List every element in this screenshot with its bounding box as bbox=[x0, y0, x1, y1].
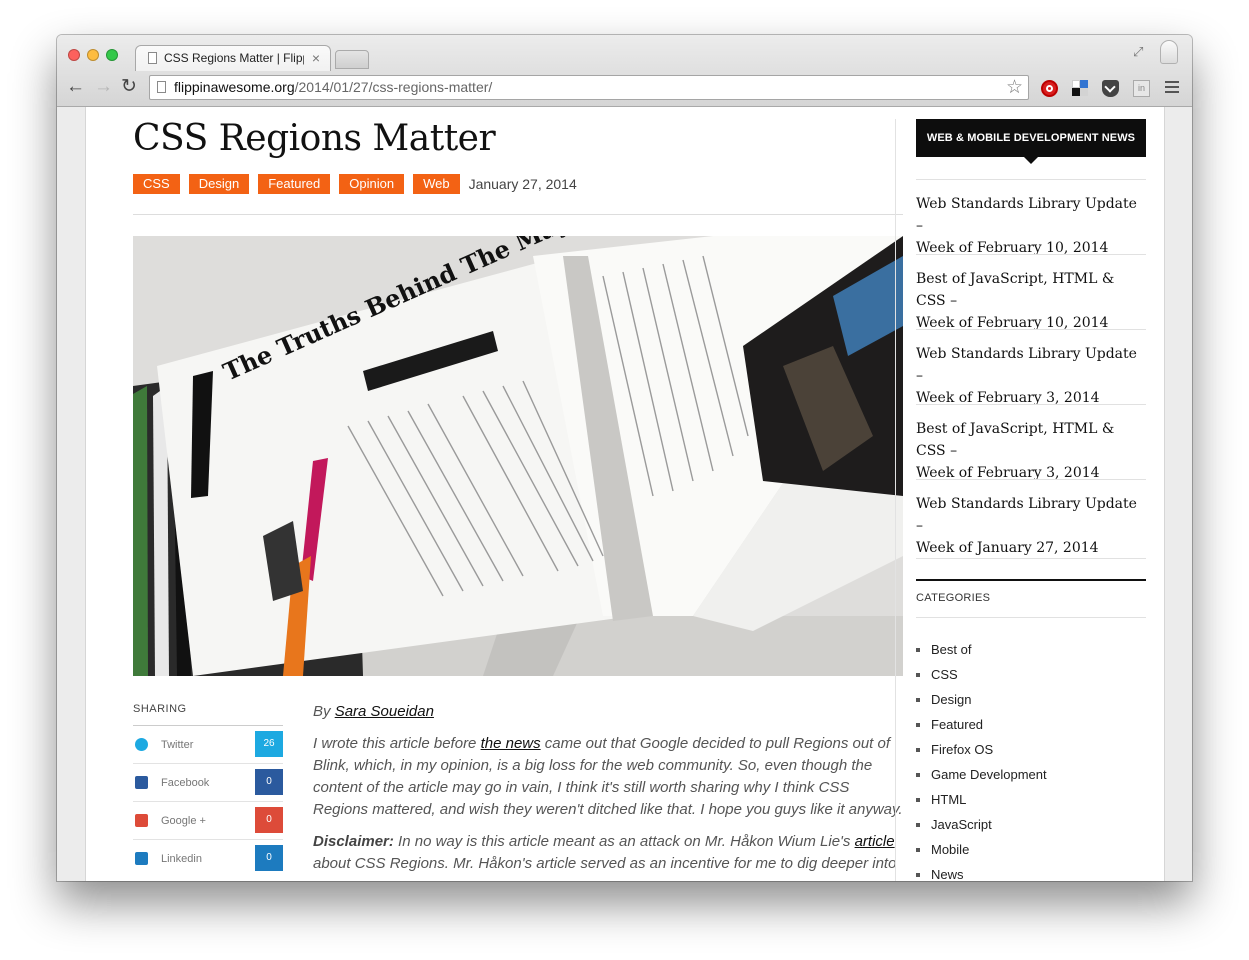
title-divider bbox=[133, 214, 903, 215]
category-item[interactable]: HTML bbox=[916, 787, 1047, 812]
tag-design[interactable]: Design bbox=[188, 174, 250, 194]
tab-title: CSS Regions Matter | Flippin bbox=[164, 51, 304, 65]
minimize-window-button[interactable] bbox=[87, 49, 99, 61]
post-date: January 27, 2014 bbox=[468, 176, 577, 192]
google-plus-icon bbox=[135, 814, 148, 827]
intro-paragraph: I wrote this article before the news cam… bbox=[313, 733, 908, 821]
magazine-photo: The Truths Behind The Mayhem bbox=[133, 236, 903, 676]
close-tab-icon[interactable]: × bbox=[312, 50, 320, 66]
share-count: 26 bbox=[255, 731, 283, 757]
news-item[interactable]: Best of JavaScript, HTML & CSS – Week of… bbox=[916, 404, 1146, 481]
news-title-line: Best of JavaScript, HTML & CSS – bbox=[916, 421, 1115, 459]
article-body: By Sara Soueidan I wrote this article be… bbox=[313, 701, 908, 881]
disclaimer-text: In no way is this article meant as an at… bbox=[398, 833, 851, 850]
share-count: 0 bbox=[255, 769, 283, 795]
category-item[interactable]: Best of bbox=[916, 637, 1047, 662]
news-title-line: Best of JavaScript, HTML & CSS – bbox=[916, 271, 1115, 309]
news-item[interactable]: Web Standards Library Update – Week of F… bbox=[916, 179, 1146, 256]
news-title-line: Web Standards Library Update – bbox=[916, 496, 1137, 534]
category-item[interactable]: Firefox OS bbox=[916, 737, 1047, 762]
categories-heading: CATEGORIES bbox=[916, 579, 1146, 618]
browser-window: CSS Regions Matter | Flippin × ⤢ ← → ↻ f… bbox=[57, 35, 1192, 881]
article-tags: CSS Design Featured Opinion Web January … bbox=[133, 174, 577, 194]
news-title-line: Web Standards Library Update – bbox=[916, 196, 1137, 234]
zoom-window-button[interactable] bbox=[106, 49, 118, 61]
delicious-extension-icon[interactable] bbox=[1072, 80, 1089, 97]
category-item[interactable]: Featured bbox=[916, 712, 1047, 737]
linkedin-icon bbox=[135, 852, 148, 865]
facebook-icon bbox=[135, 776, 148, 789]
share-twitter[interactable]: Twitter 26 bbox=[133, 725, 283, 764]
intro-text: I wrote this article before bbox=[313, 735, 477, 752]
fullscreen-icon[interactable]: ⤢ bbox=[1133, 44, 1143, 60]
browser-menu-icon[interactable] bbox=[1165, 81, 1179, 96]
tag-css[interactable]: CSS bbox=[133, 174, 180, 194]
category-item[interactable]: News bbox=[916, 862, 1047, 881]
forward-arrow-icon[interactable]: → bbox=[94, 75, 113, 99]
share-count: 0 bbox=[255, 807, 283, 833]
page-icon bbox=[157, 81, 166, 93]
article-link[interactable]: article bbox=[855, 833, 895, 850]
news-item[interactable]: Best of JavaScript, HTML & CSS – Week of… bbox=[916, 254, 1146, 331]
share-linkedin[interactable]: Linkedin 0 bbox=[133, 839, 283, 878]
category-item[interactable]: CSS bbox=[916, 662, 1047, 687]
category-item[interactable]: Design bbox=[916, 687, 1047, 712]
news-title-line: Week of January 27, 2014 bbox=[916, 540, 1099, 556]
share-label: Google + bbox=[161, 815, 206, 827]
news-item[interactable]: Web Standards Library Update – Week of F… bbox=[916, 329, 1146, 406]
linkedin-extension-icon[interactable]: in bbox=[1133, 80, 1150, 97]
share-count: 0 bbox=[255, 845, 283, 871]
tag-opinion[interactable]: Opinion bbox=[339, 174, 405, 194]
url-text[interactable]: flippinawesome.org/2014/01/27/css-region… bbox=[174, 79, 492, 95]
reload-icon[interactable]: ↻ bbox=[121, 75, 137, 99]
disclaimer-text: about CSS Regions. Mr. Håkon's article s… bbox=[313, 855, 897, 872]
address-bar[interactable]: flippinawesome.org/2014/01/27/css-region… bbox=[149, 75, 1029, 100]
share-google-plus[interactable]: Google + 0 bbox=[133, 801, 283, 840]
page-viewport[interactable]: CSS Regions Matter CSS Design Featured O… bbox=[57, 107, 1192, 881]
author-link[interactable]: Sara Soueidan bbox=[335, 703, 434, 720]
share-label: Twitter bbox=[161, 739, 194, 751]
browser-chrome: CSS Regions Matter | Flippin × ⤢ ← → ↻ f… bbox=[57, 35, 1192, 107]
categories-list: Best of CSS Design Featured Firefox OS G… bbox=[916, 637, 1047, 881]
news-divider bbox=[916, 558, 1146, 559]
profile-avatar-icon[interactable] bbox=[1160, 40, 1178, 64]
tag-featured[interactable]: Featured bbox=[258, 174, 331, 194]
byline-prefix: By bbox=[313, 703, 331, 720]
category-item[interactable]: JavaScript bbox=[916, 812, 1047, 837]
sharing-heading: SHARING bbox=[133, 703, 187, 715]
share-label: Linkedin bbox=[161, 853, 202, 865]
url-host: flippinawesome.org bbox=[174, 79, 295, 95]
url-path: /2014/01/27/css-regions-matter/ bbox=[294, 79, 493, 95]
news-title-line: Web Standards Library Update – bbox=[916, 346, 1137, 384]
hero-image: The Truths Behind The Mayhem bbox=[133, 236, 903, 676]
new-tab-button[interactable] bbox=[335, 50, 369, 69]
bookmark-star-icon[interactable]: ☆ bbox=[1006, 76, 1023, 99]
news-item[interactable]: Web Standards Library Update – Week of J… bbox=[916, 479, 1146, 556]
adblock-extension-icon[interactable] bbox=[1041, 80, 1058, 97]
share-facebook[interactable]: Facebook 0 bbox=[133, 763, 283, 802]
category-item[interactable]: Game Development bbox=[916, 762, 1047, 787]
browser-tab-active[interactable]: CSS Regions Matter | Flippin × bbox=[135, 45, 331, 71]
category-item[interactable]: Mobile bbox=[916, 837, 1047, 862]
disclaimer-label: Disclaimer: bbox=[313, 833, 394, 850]
page-container: CSS Regions Matter CSS Design Featured O… bbox=[85, 107, 1165, 881]
byline: By Sara Soueidan bbox=[313, 701, 908, 723]
browser-toolbar: ← → ↻ flippinawesome.org/2014/01/27/css-… bbox=[57, 71, 1192, 106]
share-label: Facebook bbox=[161, 777, 210, 789]
window-controls bbox=[68, 49, 118, 61]
twitter-icon bbox=[135, 738, 148, 751]
news-link[interactable]: the news bbox=[481, 735, 541, 752]
page-icon bbox=[148, 52, 157, 64]
disclaimer-paragraph: Disclaimer: In no way is this article me… bbox=[313, 831, 908, 875]
back-arrow-icon[interactable]: ← bbox=[66, 75, 85, 99]
sidebar-news-heading: WEB & MOBILE DEVELOPMENT NEWS bbox=[916, 119, 1146, 164]
article-title: CSS Regions Matter bbox=[133, 118, 496, 159]
close-window-button[interactable] bbox=[68, 49, 80, 61]
sidebar-divider bbox=[895, 119, 896, 881]
pocket-extension-icon[interactable] bbox=[1102, 80, 1119, 97]
tag-web[interactable]: Web bbox=[413, 174, 460, 194]
